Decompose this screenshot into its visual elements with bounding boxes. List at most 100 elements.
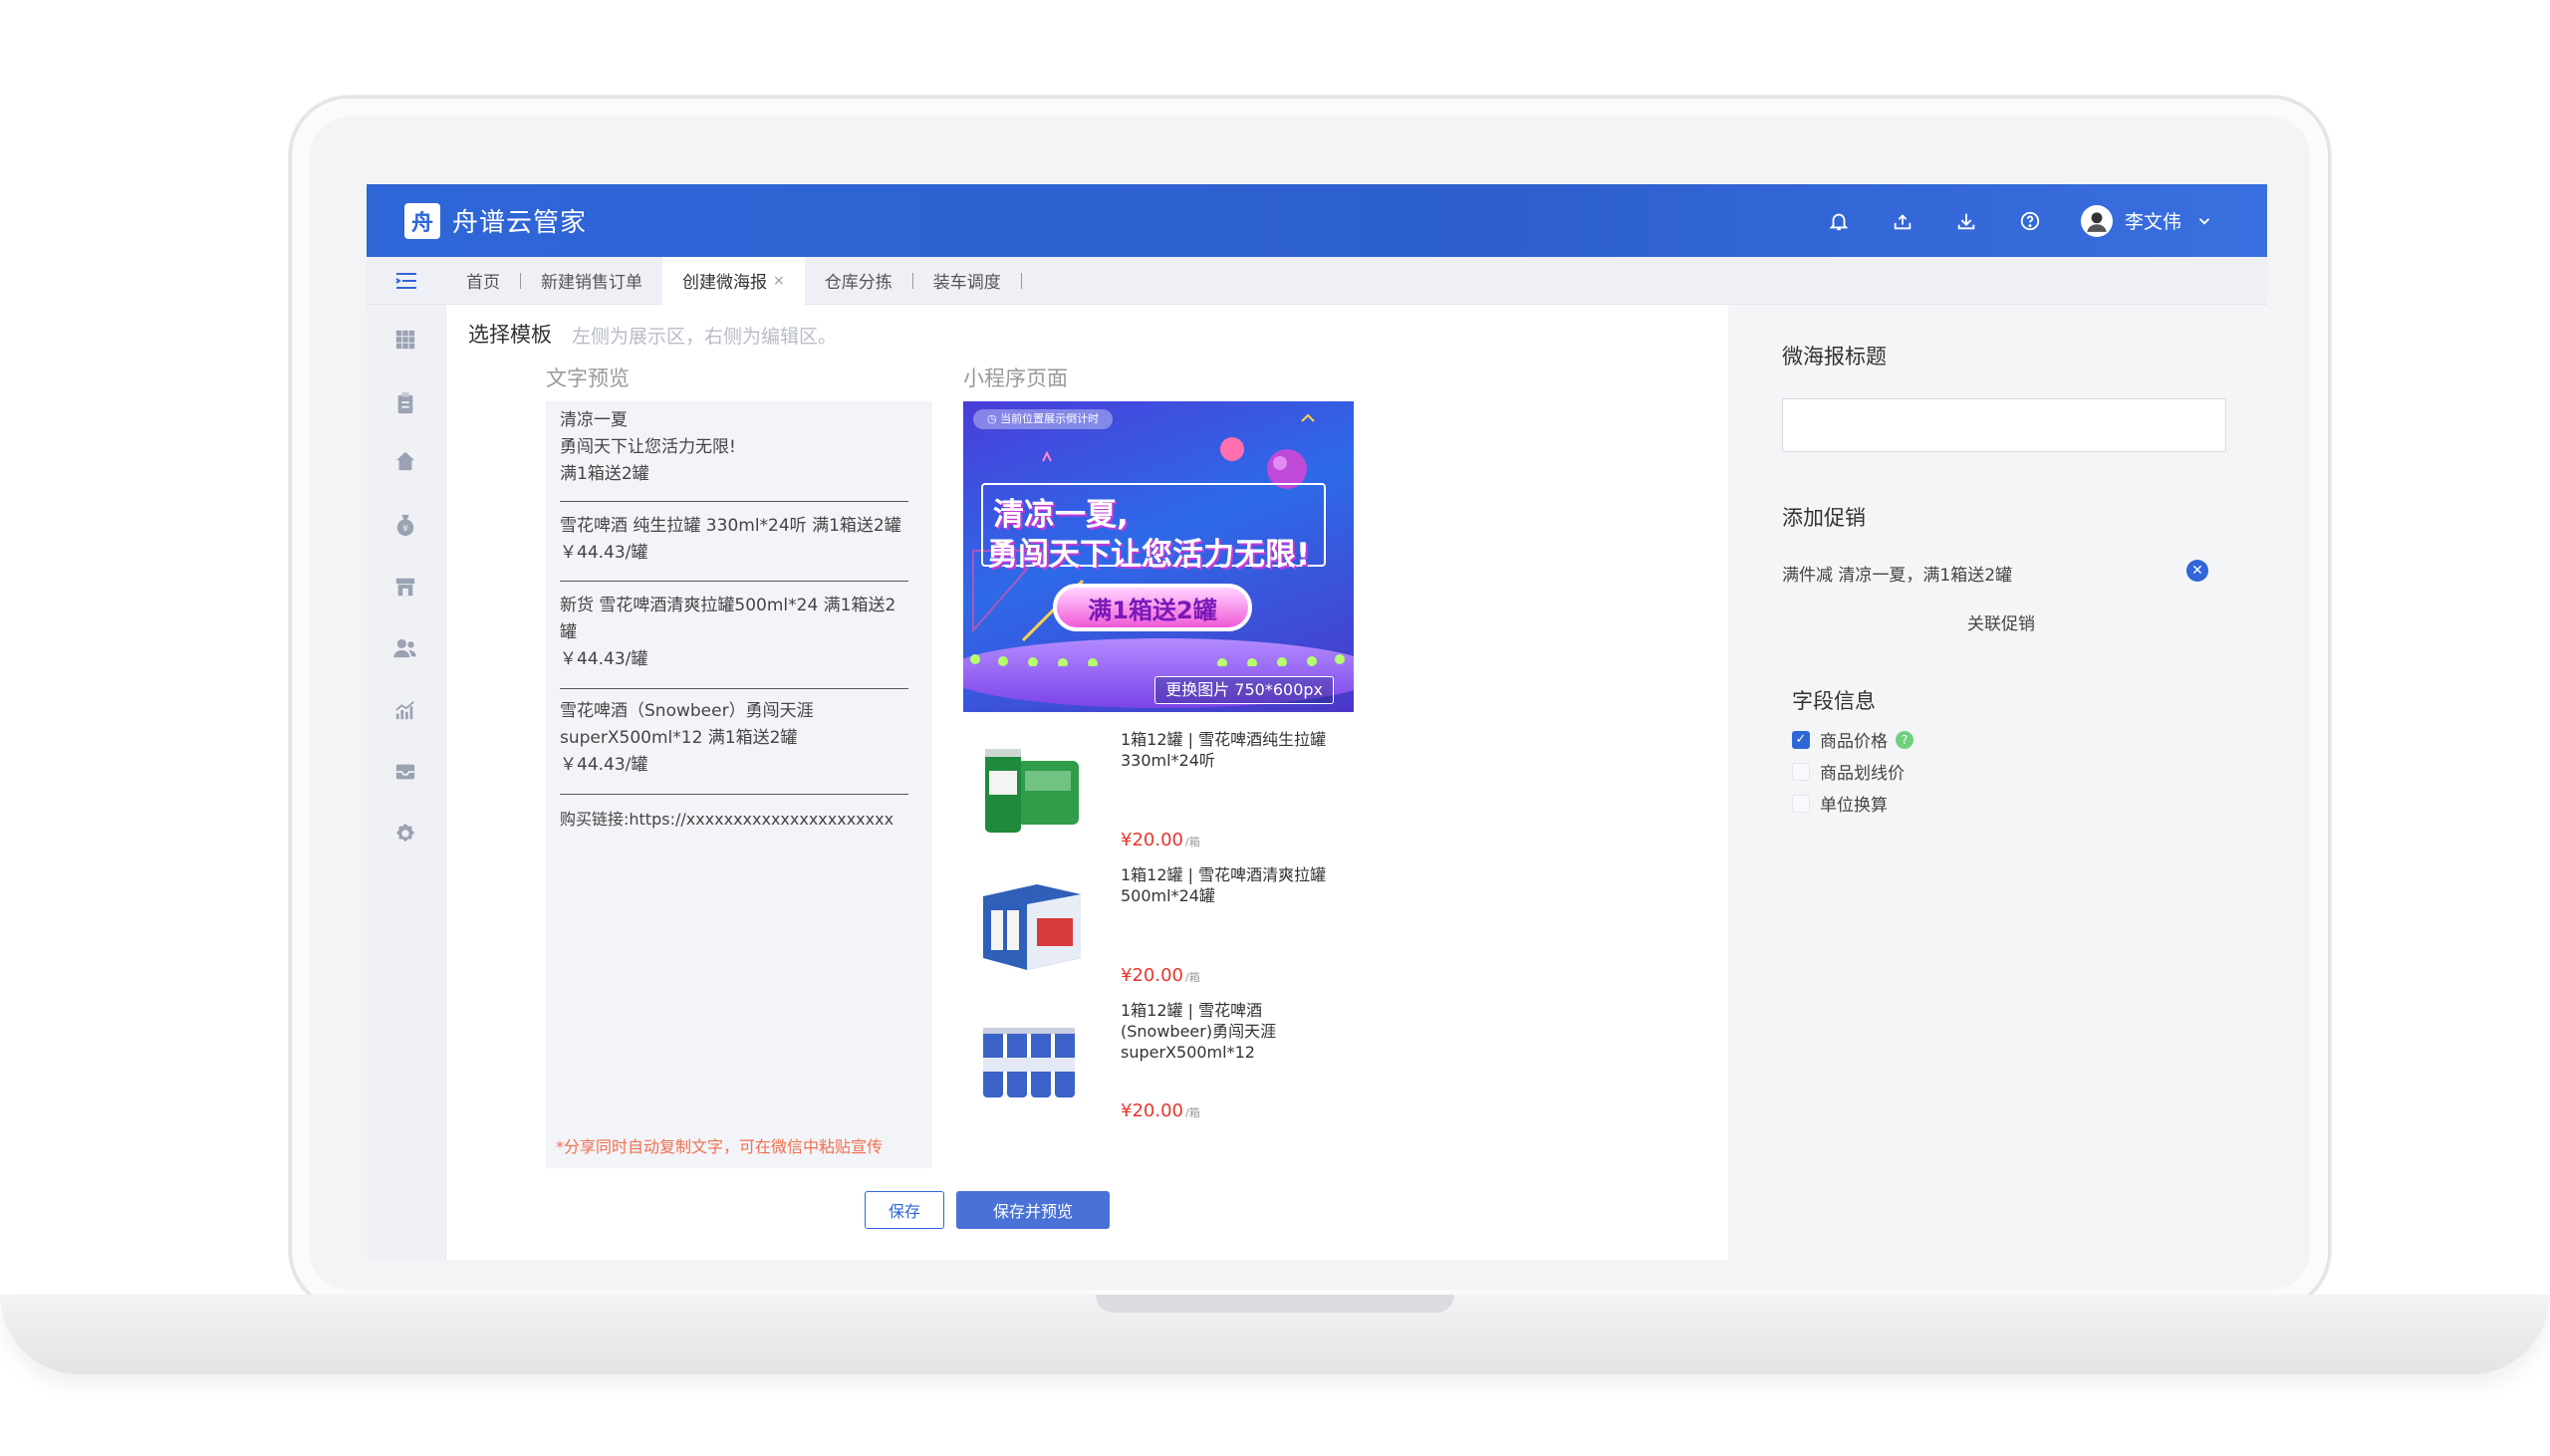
countdown-text: 当前位置展示倒计时	[1000, 412, 1100, 425]
product-card[interactable]: 1箱12罐 | 雪花啤酒(Snowbeer)勇闯天涯superX500ml*12…	[963, 992, 1354, 1127]
product-price: ¥20.00/箱	[1121, 1100, 1200, 1121]
divider	[560, 581, 908, 582]
checkbox[interactable]	[1792, 794, 1810, 813]
tab-divider	[1020, 272, 1022, 289]
page-title: 选择模板	[468, 323, 552, 347]
divider	[560, 688, 908, 689]
avatar[interactable]	[2080, 204, 2113, 237]
text-preview-label: 文字预览	[546, 366, 630, 390]
poster-banner[interactable]: ◷ 当前位置展示倒计时 清凉一夏, 勇闯天下让您活力无限! 满1箱送2罐 更换图…	[963, 401, 1354, 712]
intro-block: 清凉一夏 勇闯天下让您活力无限! 满1箱送2罐	[560, 407, 908, 488]
help-icon[interactable]	[2017, 208, 2043, 234]
checkbox[interactable]	[1792, 762, 1810, 781]
list-item: 雪花啤酒（Snowbeer）勇闯天涯 superX500ml*12 满1箱送2罐…	[560, 698, 908, 779]
product-image-green-cans	[985, 749, 1079, 833]
tab-warehouse-sorting[interactable]: 仓库分拣	[805, 257, 912, 305]
item-text: superX500ml*12 满1箱送2罐	[560, 728, 798, 748]
home-icon[interactable]	[390, 446, 420, 476]
product-image-blue-box	[983, 884, 1081, 970]
product-card[interactable]: 1箱12罐 | 雪花啤酒清爽拉罐500ml*24罐 ¥20.00/箱	[963, 856, 1354, 992]
product-name: 1箱12罐 | 雪花啤酒纯生拉罐330ml*24听	[1121, 730, 1327, 770]
intro-line: 清凉一夏	[560, 410, 628, 430]
logo-glyph: 舟	[410, 210, 433, 236]
bell-icon[interactable]	[1826, 208, 1852, 234]
product-card[interactable]: 1箱12罐 | 雪花啤酒纯生拉罐330ml*24听 ¥20.00/箱	[963, 721, 1354, 856]
price-unit: /箱	[1184, 971, 1200, 984]
purchase-link: 购买链接:https://xxxxxxxxxxxxxxxxxxxxxx	[560, 810, 894, 829]
item-text: 雪花啤酒（Snowbeer）勇闯天涯	[560, 701, 814, 721]
svg-text:¥: ¥	[402, 523, 408, 534]
download-icon[interactable]	[1953, 208, 1979, 234]
close-icon[interactable]: ✕	[2186, 560, 2208, 582]
chart-icon[interactable]	[390, 695, 420, 725]
price-unit: /箱	[1184, 836, 1200, 849]
change-image-button[interactable]: 更换图片 750*600px	[1154, 676, 1334, 704]
app-screen: 舟 舟谱云管家 李文伟 首页 新建销售订单 创建微海报 × 仓库分拣 装车调度 …	[367, 184, 2267, 1260]
sidebar: ¥	[367, 305, 446, 1260]
price-value: ¥20.00	[1121, 1100, 1183, 1121]
app-title: 舟谱云管家	[452, 208, 588, 238]
share-note: *分享同时自动复制文字，可在微信中粘贴宣传	[556, 1137, 884, 1156]
laptop-notch	[1096, 1295, 1454, 1313]
users-icon[interactable]	[390, 633, 420, 663]
field-strike-price-label: 商品划线价	[1820, 764, 1905, 784]
promo-label: 添加促销	[1782, 506, 1866, 530]
divider	[560, 794, 908, 795]
field-unit-conversion-label: 单位换算	[1820, 796, 1888, 816]
product-name: 1箱12罐 | 雪花啤酒(Snowbeer)勇闯天涯superX500ml*12	[1121, 1001, 1277, 1062]
item-text: 新货 雪花啤酒清爽拉罐500ml*24 满1箱送2	[560, 596, 896, 615]
link-promo-button[interactable]: 关联促销	[1967, 609, 2035, 634]
store-icon[interactable]	[390, 572, 420, 602]
save-button[interactable]: 保存	[865, 1191, 944, 1229]
item-price: ￥44.43/罐	[560, 543, 648, 563]
tab-loading-dispatch[interactable]: 装车调度	[913, 257, 1021, 305]
item-text: 罐	[560, 622, 577, 642]
clipboard-icon[interactable]	[390, 388, 420, 418]
menu-toggle-icon[interactable]	[367, 257, 446, 305]
field-unit-conversion-row[interactable]: 单位换算	[1792, 791, 1888, 816]
divider	[560, 501, 908, 502]
tab-create-poster[interactable]: 创建微海报 ×	[662, 256, 805, 305]
edit-panel: 微海报标题 添加促销 满件减 清凉一夏，满1箱送2罐 ✕ 关联促销 字段信息 ✓…	[1728, 305, 2267, 1260]
product-image-blue-cans	[983, 1028, 1075, 1097]
top-bar: 舟 舟谱云管家 李文伟	[367, 184, 2267, 257]
share-icon[interactable]	[1890, 208, 1915, 234]
tab-bar: 首页 新建销售订单 创建微海报 × 仓库分拣 装车调度	[367, 256, 2267, 305]
item-text: 雪花啤酒 纯生拉罐 330ml*24听 满1箱送2罐	[560, 516, 901, 536]
item-price: ￥44.43/罐	[560, 755, 648, 775]
chevron-down-icon[interactable]	[2191, 208, 2217, 234]
mini-program-label: 小程序页面	[963, 366, 1068, 390]
grid-icon[interactable]	[390, 325, 420, 355]
main-panel: 选择模板 左侧为展示区，右侧为编辑区。 文字预览 小程序页面 清凉一夏 勇闯天下…	[446, 305, 1728, 1260]
user-name[interactable]: 李文伟	[2125, 207, 2181, 234]
settings-icon[interactable]	[390, 819, 420, 849]
item-price: ￥44.43/罐	[560, 649, 648, 669]
check-icon[interactable]: ✓	[1792, 730, 1810, 749]
list-item: 新货 雪花啤酒清爽拉罐500ml*24 满1箱送2 罐 ￥44.43/罐	[560, 593, 908, 673]
tab-home[interactable]: 首页	[446, 257, 520, 305]
field-price-row[interactable]: ✓ 商品价格 ?	[1792, 727, 1913, 752]
app-logo: 舟	[404, 202, 440, 239]
list-item: 雪花啤酒 纯生拉罐 330ml*24听 满1箱送2罐 ￥44.43/罐	[560, 513, 908, 567]
poster-title-input[interactable]	[1782, 398, 2226, 452]
intro-line: 满1箱送2罐	[560, 464, 649, 484]
save-and-preview-button[interactable]: 保存并预览	[956, 1191, 1110, 1229]
page-hint: 左侧为展示区，右侧为编辑区。	[572, 326, 838, 348]
countdown-pill: ◷ 当前位置展示倒计时	[973, 409, 1114, 429]
fields-label: 字段信息	[1792, 689, 1876, 713]
text-preview-panel: 清凉一夏 勇闯天下让您活力无限! 满1箱送2罐 雪花啤酒 纯生拉罐 330ml*…	[546, 401, 932, 1168]
poster-promo-button: 满1箱送2罐	[1053, 584, 1252, 631]
header-actions: 李文伟	[1826, 184, 2217, 257]
product-price: ¥20.00/箱	[1121, 830, 1200, 850]
intro-line: 勇闯天下让您活力无限!	[560, 437, 736, 457]
tab-close-icon[interactable]: ×	[773, 273, 785, 289]
field-strike-price-row[interactable]: 商品划线价	[1792, 759, 1905, 784]
tab-new-sales-order[interactable]: 新建销售订单	[521, 257, 662, 305]
mail-icon[interactable]	[390, 757, 420, 787]
field-price-label: 商品价格	[1820, 732, 1888, 752]
tab-create-poster-label: 创建微海报	[682, 273, 767, 293]
help-icon[interactable]: ?	[1896, 730, 1913, 749]
clock-icon: ◷	[987, 412, 1001, 425]
money-bag-icon[interactable]: ¥	[390, 510, 420, 540]
promo-item: 满件减 清凉一夏，满1箱送2罐	[1782, 566, 2013, 586]
